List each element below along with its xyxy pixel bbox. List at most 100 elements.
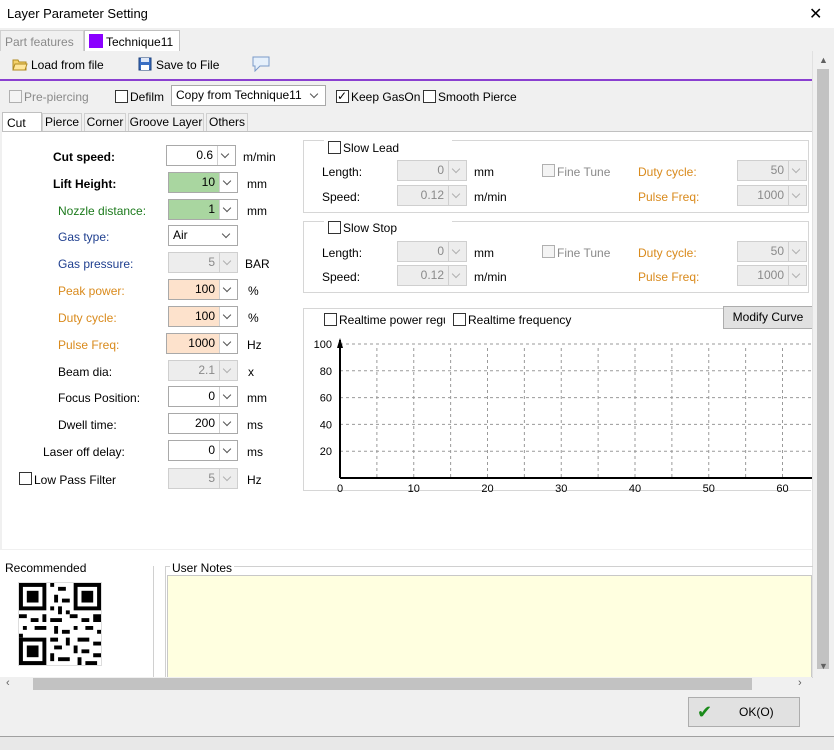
lift-height-input[interactable]: 10: [168, 172, 238, 193]
defilm-checkbox[interactable]: [115, 90, 128, 103]
modify-curve-button[interactable]: Modify Curve: [723, 306, 813, 329]
focus-position-label: Focus Position:: [58, 391, 141, 405]
window-title: Layer Parameter Setting: [7, 6, 148, 21]
peak-power-input[interactable]: 100: [168, 279, 238, 300]
slow-stop-freq-input[interactable]: 1000: [737, 265, 807, 286]
chevron-down-icon: [788, 186, 806, 205]
keep-gason-checkbox[interactable]: [336, 88, 349, 104]
dwell-time-input[interactable]: 200: [168, 413, 238, 434]
tab-part-features[interactable]: Part features: [0, 30, 84, 51]
scroll-left-icon[interactable]: ‹: [6, 677, 10, 689]
scroll-down-icon[interactable]: ▼: [819, 661, 828, 671]
tab-others[interactable]: Others: [206, 113, 248, 131]
cut-speed-label: Cut speed:: [53, 150, 116, 164]
lift-height-label: Lift Height:: [53, 177, 117, 191]
chevron-down-icon: [219, 334, 237, 353]
cut-speed-input[interactable]: 0.6: [166, 145, 236, 166]
tab-corner[interactable]: Corner: [84, 113, 126, 131]
chart-x-tick-label: 10: [408, 483, 420, 492]
gas-type-label: Gas type:: [58, 230, 110, 244]
chart-y-tick-label: 60: [320, 393, 332, 405]
chevron-down-icon: [219, 414, 237, 433]
chevron-down-icon: [219, 226, 237, 245]
realtime-frequency-checkbox[interactable]: [453, 313, 466, 326]
chart-x-tick-label: 40: [629, 483, 641, 492]
slow-lead-speed-input[interactable]: 0.12: [397, 185, 467, 206]
tab-cut[interactable]: Cut: [2, 112, 42, 132]
scroll-thumb[interactable]: [817, 69, 829, 669]
save-to-file-button[interactable]: Save to File: [136, 55, 226, 77]
pre-piercing-checkbox[interactable]: [9, 90, 22, 103]
chevron-down-icon: [448, 266, 466, 285]
user-notes-textarea[interactable]: [167, 575, 812, 678]
slow-lead-length-input[interactable]: 0: [397, 160, 467, 181]
keep-gason-label: Keep GasOn: [351, 90, 421, 104]
pulse-freq-input[interactable]: 1000: [166, 333, 238, 354]
chevron-down-icon: [217, 146, 235, 165]
chart-y-tick-label: 80: [320, 366, 332, 378]
chart-y-tick-label: 100: [314, 339, 332, 351]
slow-lead-fine-tune-checkbox[interactable]: [542, 164, 555, 177]
duty-cycle-label: Duty cycle:: [58, 311, 117, 325]
h-scroll-thumb[interactable]: [33, 678, 752, 690]
chevron-down-icon: [219, 307, 237, 326]
folder-open-icon: [12, 59, 28, 71]
slow-stop-checkbox[interactable]: [328, 221, 341, 234]
tab-pierce[interactable]: Pierce: [42, 113, 82, 131]
chevron-down-icon: [788, 242, 806, 261]
tab-groove-layer[interactable]: Groove Layer: [128, 113, 204, 131]
chevron-down-icon: [448, 242, 466, 261]
vertical-scrollbar[interactable]: ▲ ▼: [812, 51, 834, 677]
chevron-down-icon: [219, 253, 237, 272]
ok-button[interactable]: ✔ OK(O): [688, 697, 800, 727]
focus-position-input[interactable]: 0: [168, 386, 238, 407]
tab-technique11[interactable]: Technique11: [84, 30, 180, 51]
slow-stop-duty-input[interactable]: 50: [737, 241, 807, 262]
gas-type-select[interactable]: Air: [168, 225, 238, 246]
chart-x-tick-label: 50: [703, 483, 715, 492]
chevron-down-icon: [788, 266, 806, 285]
close-icon[interactable]: ✕: [809, 4, 822, 24]
horizontal-scrollbar[interactable]: ‹ ›: [0, 677, 812, 691]
laser-off-delay-input[interactable]: 0: [168, 440, 238, 461]
pulse-freq-label: Pulse Freq:: [58, 338, 120, 352]
defilm-label: Defilm: [130, 90, 165, 104]
copy-from-select[interactable]: Copy from Technique11: [171, 85, 326, 106]
slow-stop-speed-input[interactable]: 0.12: [397, 265, 467, 286]
power-curve-chart: 0 10 20 30 40 50 60 20 40 60 80 100: [314, 338, 812, 492]
low-pass-filter-label: Low Pass Filter: [34, 473, 117, 487]
realtime-power-checkbox[interactable]: [324, 313, 337, 326]
scroll-right-icon[interactable]: ›: [798, 677, 802, 689]
low-pass-filter-input[interactable]: 5: [168, 468, 238, 489]
title-bar: Layer Parameter Setting ✕: [0, 0, 834, 28]
low-pass-filter-checkbox[interactable]: [19, 472, 32, 485]
toolbar-accent-line: [0, 79, 812, 81]
save-icon: [138, 57, 152, 71]
slow-lead-checkbox[interactable]: [328, 141, 341, 154]
slow-stop-fine-tune-checkbox[interactable]: [542, 245, 555, 258]
chevron-down-icon: [448, 161, 466, 180]
footer: ✔ OK(O): [0, 691, 834, 736]
slow-lead-freq-input[interactable]: 1000: [737, 185, 807, 206]
chevron-down-icon: [307, 86, 325, 105]
scroll-up-icon[interactable]: ▲: [819, 55, 828, 65]
qr-code: [18, 582, 102, 666]
slow-lead-duty-input[interactable]: 50: [737, 160, 807, 181]
dwell-time-label: Dwell time:: [58, 418, 117, 432]
smooth-pierce-checkbox[interactable]: [423, 90, 436, 103]
pre-piercing-label: Pre-piercing: [24, 90, 89, 104]
duty-cycle-input[interactable]: 100: [168, 306, 238, 327]
gas-pressure-input[interactable]: 5: [168, 252, 238, 273]
chevron-down-icon: [788, 161, 806, 180]
laser-off-delay-label: Laser off delay:: [43, 445, 125, 459]
chart-x-tick-label: 0: [337, 483, 343, 492]
nozzle-distance-input[interactable]: 1: [168, 199, 238, 220]
chevron-down-icon: [219, 200, 237, 219]
beam-dia-input[interactable]: 2.1: [168, 360, 238, 381]
chevron-down-icon: [219, 173, 237, 192]
comment-icon[interactable]: [252, 56, 270, 73]
chart-x-tick-label: 60: [776, 483, 788, 492]
slow-stop-length-input[interactable]: 0: [397, 241, 467, 262]
chevron-down-icon: [219, 280, 237, 299]
load-from-file-button[interactable]: Load from file: [10, 55, 110, 77]
